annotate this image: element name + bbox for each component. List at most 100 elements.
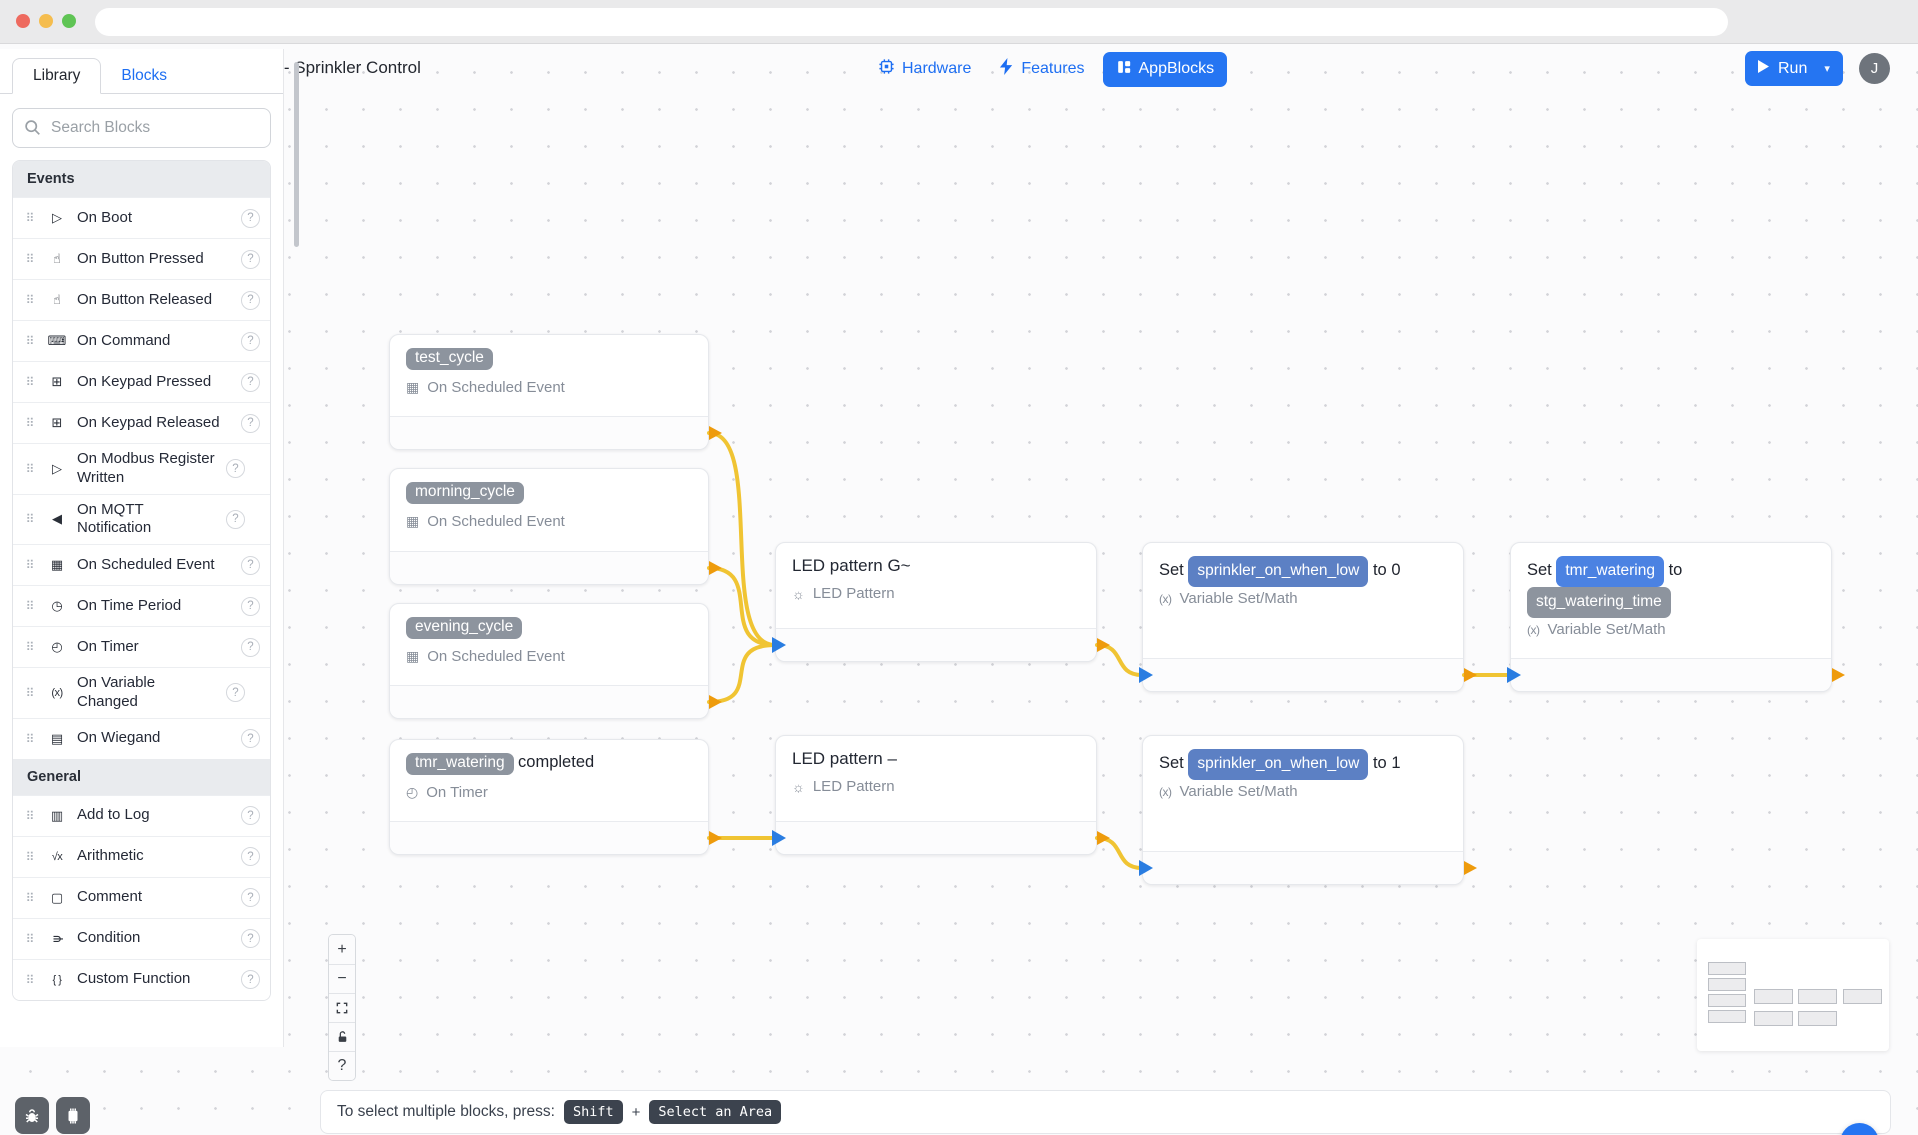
drag-handle-icon[interactable]: ⠿ (23, 732, 37, 746)
zoom-in-button[interactable]: + (329, 935, 355, 964)
library-item-custom-function[interactable]: ⠿ { } Custom Function ? (13, 959, 270, 1000)
device-chip-button[interactable] (56, 1097, 90, 1134)
run-label: Run (1778, 60, 1807, 78)
drag-handle-icon[interactable]: ⠿ (23, 211, 37, 225)
block-test-cycle[interactable]: test_cycle ▦On Scheduled Event (389, 334, 709, 450)
drag-handle-icon[interactable]: ⠿ (23, 416, 37, 430)
drag-handle-icon[interactable]: ⠿ (23, 334, 37, 348)
drag-handle-icon[interactable]: ⠿ (23, 891, 37, 905)
help-icon[interactable]: ? (241, 250, 260, 269)
close-window-button[interactable] (16, 14, 30, 28)
help-icon[interactable]: ? (241, 970, 260, 989)
help-icon[interactable]: ? (226, 459, 245, 478)
block-led-pattern-dash[interactable]: LED pattern – ☼LED Pattern (775, 735, 1097, 855)
library-item-on-keypad-released[interactable]: ⠿ ⊞ On Keypad Released ? (13, 402, 270, 443)
tab-features[interactable]: Features (989, 51, 1094, 87)
help-icon[interactable]: ? (226, 683, 245, 702)
library-item-on-scheduled-event[interactable]: ⠿ ▦ On Scheduled Event ? (13, 544, 270, 585)
tab-blocks[interactable]: Blocks (101, 59, 187, 93)
block-library-list: Events ⠿ ▷ On Boot ? ⠿ ☝ On Button Press… (12, 160, 271, 1001)
sidebar-tabs: Library Blocks (0, 49, 283, 94)
minimize-window-button[interactable] (39, 14, 53, 28)
block-morning-cycle[interactable]: morning_cycle ▦On Scheduled Event (389, 468, 709, 585)
help-icon[interactable]: ? (241, 638, 260, 657)
library-item-add-to-log[interactable]: ⠿ ▥ Add to Log ? (13, 795, 270, 836)
sidebar-scrollbar[interactable] (294, 62, 299, 247)
multiselect-hint-bar: To select multiple blocks, press: Shift … (320, 1090, 1891, 1134)
drag-handle-icon[interactable]: ⠿ (23, 973, 37, 987)
tab-hardware[interactable]: Hardware (868, 51, 981, 87)
drag-handle-icon[interactable]: ⠿ (23, 512, 37, 526)
drag-handle-icon[interactable]: ⠿ (23, 375, 37, 389)
help-icon[interactable]: ? (241, 847, 260, 866)
drag-handle-icon[interactable]: ⠿ (23, 293, 37, 307)
help-icon[interactable]: ? (241, 888, 260, 907)
timer-name-badge: tmr_watering (406, 753, 514, 775)
drag-handle-icon[interactable]: ⠿ (23, 558, 37, 572)
tab-appblocks[interactable]: AppBlocks (1103, 52, 1228, 87)
library-item-on-boot[interactable]: ⠿ ▷ On Boot ? (13, 197, 270, 238)
play-outline-icon: ▷ (46, 461, 68, 477)
library-item-on-time-period[interactable]: ⠿ ◷ On Time Period ? (13, 585, 270, 626)
block-set-sprinkler-1[interactable]: Set sprinkler_on_when_low to 1 (x)Variab… (1142, 735, 1464, 885)
canvas-help-button[interactable]: ? (329, 1051, 355, 1080)
library-item-on-command[interactable]: ⠿ ⌨ On Command ? (13, 320, 270, 361)
app-header: AppBlocks▾ Elements- Sprinkler Control H… (0, 44, 1918, 93)
help-icon[interactable]: ? (241, 291, 260, 310)
library-item-on-mqtt-notification[interactable]: ⠿ ◀ On MQTT Notification ? (13, 494, 270, 545)
block-type-label: On Scheduled Event (427, 513, 565, 530)
drag-handle-icon[interactable]: ⠿ (23, 252, 37, 266)
library-item-on-wiegand[interactable]: ⠿ ▤ On Wiegand ? (13, 718, 270, 759)
block-type-label: Variable Set/Math (1548, 621, 1666, 638)
help-icon[interactable]: ? (241, 729, 260, 748)
library-item-condition[interactable]: ⠿ ⋔ Condition ? (13, 918, 270, 959)
library-item-on-timer[interactable]: ⠿ ◴ On Timer ? (13, 626, 270, 667)
block-set-sprinkler-0[interactable]: Set sprinkler_on_when_low to 0 (x)Variab… (1142, 542, 1464, 692)
drag-handle-icon[interactable]: ⠿ (23, 462, 37, 476)
run-options-caret-icon[interactable]: ▾ (1824, 62, 1830, 75)
url-bar[interactable] (95, 8, 1728, 36)
drag-handle-icon[interactable]: ⠿ (23, 640, 37, 654)
help-icon[interactable]: ? (241, 414, 260, 433)
tab-library[interactable]: Library (12, 58, 101, 94)
search-box (12, 108, 271, 148)
lock-canvas-button[interactable] (329, 1022, 355, 1051)
debug-bug-button[interactable] (15, 1097, 49, 1134)
block-set-tmr-watering[interactable]: Set tmr_watering to stg_watering_time (x… (1510, 542, 1832, 692)
library-item-on-keypad-pressed[interactable]: ⠿ ⊞ On Keypad Pressed ? (13, 361, 270, 402)
block-footer (390, 821, 708, 854)
zoom-out-button[interactable]: − (329, 964, 355, 993)
block-tmr-watering-completed[interactable]: tmr_watering completed ◴On Timer (389, 739, 709, 855)
library-item-comment[interactable]: ⠿ ▢ Comment ? (13, 877, 270, 918)
drag-handle-icon[interactable]: ⠿ (23, 932, 37, 946)
search-input[interactable] (12, 108, 271, 148)
block-evening-cycle[interactable]: evening_cycle ▦On Scheduled Event (389, 603, 709, 719)
minimap[interactable] (1697, 939, 1889, 1051)
library-item-on-modbus-register-written[interactable]: ⠿ ▷ On Modbus Register Written ? (13, 443, 270, 494)
help-icon[interactable]: ? (241, 373, 260, 392)
library-item-on-button-pressed[interactable]: ⠿ ☝ On Button Pressed ? (13, 238, 270, 279)
block-footer (390, 685, 708, 718)
help-icon[interactable]: ? (241, 806, 260, 825)
drag-handle-icon[interactable]: ⠿ (23, 599, 37, 613)
help-icon[interactable]: ? (241, 556, 260, 575)
block-led-pattern-g[interactable]: LED pattern G~ ☼LED Pattern (775, 542, 1097, 662)
sidebar: Library Blocks Events ⠿ ▷ On Boot ? ⠿ ☝ … (0, 49, 284, 1047)
library-item-on-button-released[interactable]: ⠿ ☝ On Button Released ? (13, 279, 270, 320)
help-icon[interactable]: ? (241, 597, 260, 616)
drag-handle-icon[interactable]: ⠿ (23, 850, 37, 864)
zoom-window-button[interactable] (62, 14, 76, 28)
fit-view-button[interactable] (329, 993, 355, 1022)
help-icon[interactable]: ? (241, 929, 260, 948)
help-icon[interactable]: ? (226, 510, 245, 529)
avatar[interactable]: J (1859, 53, 1890, 84)
help-icon[interactable]: ? (241, 209, 260, 228)
drag-handle-icon[interactable]: ⠿ (23, 809, 37, 823)
run-button[interactable]: Run ▾ (1745, 51, 1843, 86)
plus-separator: + (632, 1104, 641, 1121)
library-item-on-variable-changed[interactable]: ⠿ (x) On Variable Changed ? (13, 667, 270, 718)
drag-handle-icon[interactable]: ⠿ (23, 686, 37, 700)
library-item-arithmetic[interactable]: ⠿ √x Arithmetic ? (13, 836, 270, 877)
block-title-suffix: completed (518, 753, 594, 771)
help-icon[interactable]: ? (241, 332, 260, 351)
